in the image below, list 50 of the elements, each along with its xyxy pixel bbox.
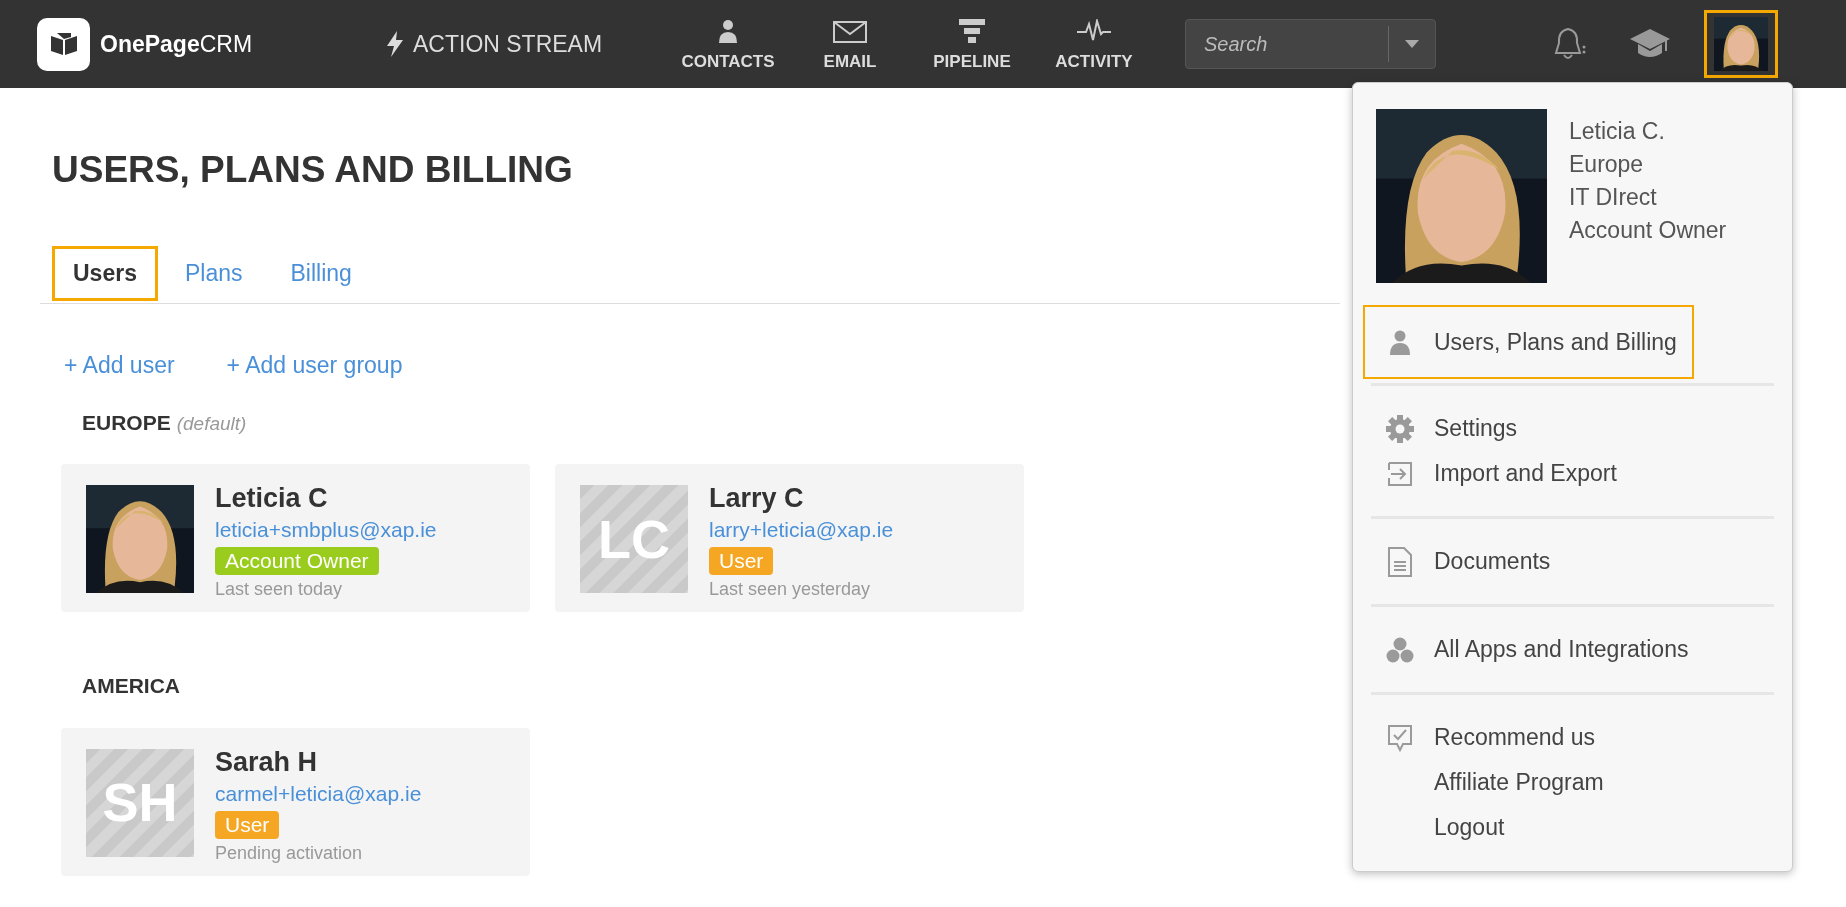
recommend-icon xyxy=(1386,723,1413,752)
profile-detail: Account Owner xyxy=(1569,216,1727,245)
lightning-icon xyxy=(387,31,403,57)
document-icon xyxy=(1387,546,1412,577)
last-seen-text: Pending activation xyxy=(215,841,363,865)
last-seen-text: Last seen today xyxy=(215,578,343,601)
user-name: Larry C xyxy=(709,482,804,515)
funnel-icon xyxy=(959,18,985,43)
apps-icon xyxy=(1385,636,1414,663)
search-box[interactable]: Search xyxy=(1185,19,1436,69)
person-icon xyxy=(719,18,737,43)
pulse-icon xyxy=(1077,18,1111,43)
menu-item[interactable]: Recommend us xyxy=(1363,715,1598,760)
profile-detail: IT DIrect xyxy=(1569,183,1658,212)
import-icon xyxy=(1386,460,1413,487)
nav-tab[interactable]: ACTIVITY xyxy=(1033,14,1155,74)
user-name: Sarah H xyxy=(215,745,318,779)
user-name: Leticia C xyxy=(215,482,328,515)
action-stream-link[interactable]: ACTION STREAM xyxy=(387,26,667,62)
group-note: (default) xyxy=(176,411,247,436)
role-badge: User xyxy=(709,547,774,575)
logo-icon xyxy=(37,17,90,71)
menu-item[interactable]: Affiliate Program xyxy=(1363,760,1606,805)
profile-detail: Europe xyxy=(1569,150,1645,179)
nav-tab[interactable]: PIPELINE xyxy=(911,14,1033,74)
page-title: USERS, PLANS AND BILLING xyxy=(52,148,573,192)
menu-item[interactable]: All Apps and Integrations xyxy=(1363,627,1691,672)
mail-icon xyxy=(833,20,867,43)
nav-tab[interactable]: CONTACTS xyxy=(667,14,789,74)
brand-logo-text[interactable]: OnePageCRM xyxy=(100,26,253,62)
menu-item[interactable]: Documents xyxy=(1363,539,1553,584)
menu-item[interactable]: Users, Plans and Billing xyxy=(1363,305,1694,379)
person-icon xyxy=(1389,329,1410,355)
last-seen-text: Last seen yesterday xyxy=(709,578,871,601)
user-card[interactable]: Leticia C leticia+smbplus@xap.ie Account Owner Last seen today xyxy=(61,464,530,612)
caret-icon[interactable] xyxy=(1405,40,1419,48)
search-field[interactable]: Search xyxy=(1186,29,1388,59)
role-badge: User xyxy=(215,810,280,839)
group-heading: EUROPE xyxy=(82,409,171,436)
group-heading: AMERICA xyxy=(82,673,180,699)
role-badge: Account Owner xyxy=(215,547,379,575)
menu-item[interactable]: Logout xyxy=(1363,805,1507,850)
menu-item[interactable]: Settings xyxy=(1363,406,1520,451)
profile-detail: Leticia C. xyxy=(1569,117,1666,146)
nav-tab[interactable]: EMAIL xyxy=(789,14,911,74)
menu-item[interactable]: Import and Export xyxy=(1363,451,1619,496)
user-avatar-button[interactable] xyxy=(1704,10,1778,78)
tab[interactable]: Users xyxy=(52,246,158,301)
graduation-cap-icon[interactable] xyxy=(1630,29,1670,59)
notification-bell-icon[interactable] xyxy=(1554,27,1586,61)
